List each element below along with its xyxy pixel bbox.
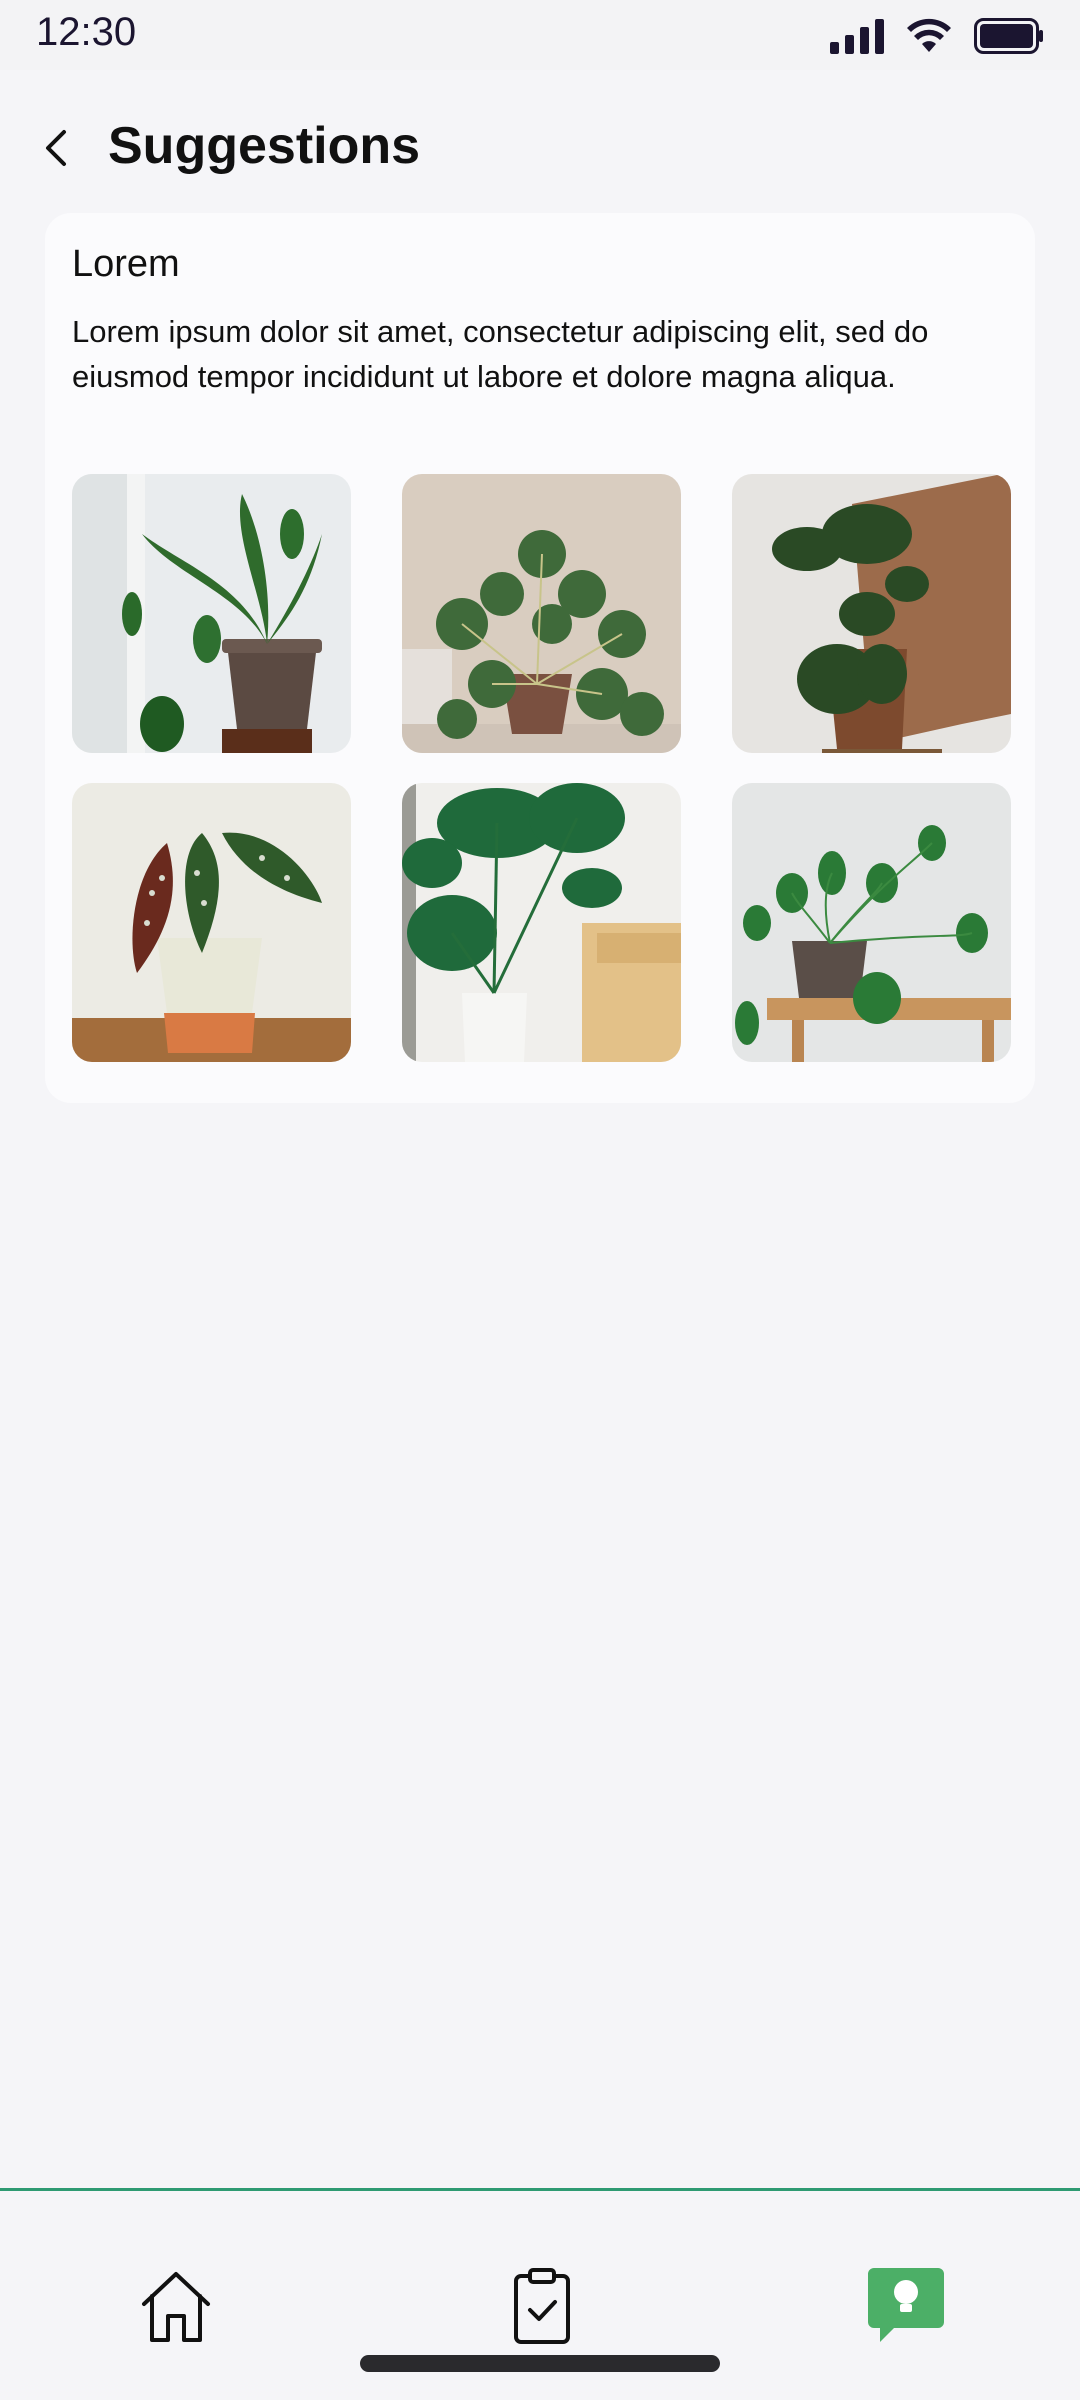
home-icon xyxy=(142,2272,210,2342)
card-title: Lorem xyxy=(72,243,180,285)
wifi-icon xyxy=(907,18,951,52)
nav-tasks[interactable] xyxy=(497,2261,587,2351)
cellular-signal-icon xyxy=(830,18,884,54)
page-title: Suggestions xyxy=(108,117,421,175)
plant-image-grid xyxy=(72,474,1011,1062)
plant-photo-spider-plant[interactable] xyxy=(72,474,351,753)
suggestions-lightbulb-icon xyxy=(868,2268,944,2342)
plant-photo-begonia-maculata[interactable] xyxy=(72,783,351,1062)
chevron-left-icon xyxy=(46,130,66,166)
battery-icon xyxy=(974,18,1043,54)
header: Suggestions xyxy=(0,100,1080,196)
status-icons xyxy=(830,16,1044,56)
card-description: Lorem ipsum dolor sit amet, consectetur … xyxy=(72,314,929,394)
status-bar: 12:30 xyxy=(0,0,1080,70)
home-indicator xyxy=(360,2355,720,2372)
plant-photo-fiddle-leaf-fig[interactable] xyxy=(732,474,1011,753)
plant-photo-philodendron[interactable] xyxy=(732,783,1011,1062)
plant-photo-monstera[interactable] xyxy=(402,783,681,1062)
tasks-clipboard-icon xyxy=(514,2268,570,2344)
back-button[interactable] xyxy=(36,122,76,174)
plant-photo-pilea[interactable] xyxy=(402,474,681,753)
suggestion-card: Lorem Lorem ipsum dolor sit amet, consec… xyxy=(45,213,1035,1103)
nav-suggestions[interactable] xyxy=(861,2261,951,2351)
nav-home[interactable] xyxy=(131,2261,221,2351)
status-time: 12:30 xyxy=(36,10,137,54)
